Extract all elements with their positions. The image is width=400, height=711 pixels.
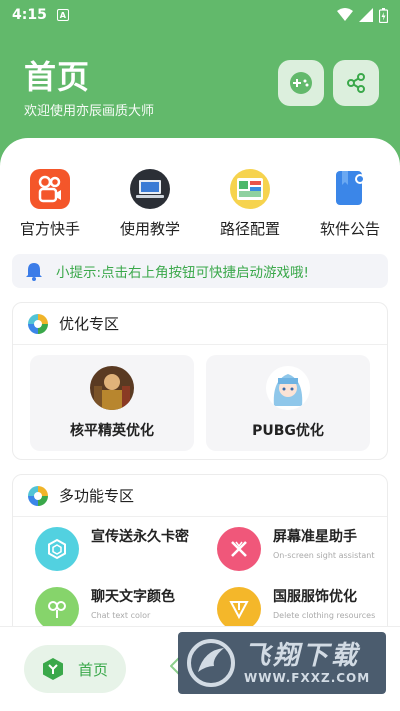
share-icon [347, 73, 365, 93]
watermark-logo-icon [187, 639, 235, 687]
share-button[interactable] [333, 60, 379, 106]
tip-bar: 小提示:点击右上角按钮可快捷启动游戏哦! [12, 254, 388, 288]
tile-peace-elite[interactable]: 核平精英优化 [30, 355, 194, 451]
quick-link-kuaishou[interactable]: 官方快手 [0, 168, 100, 239]
nav-home-button[interactable]: 首页 [24, 645, 126, 693]
launch-game-button[interactable] [278, 60, 324, 106]
page-title: 首页 [24, 58, 91, 96]
feature-subtitle: Delete clothing resources [273, 611, 376, 620]
anime-avatar [266, 366, 310, 410]
tip-text: 小提示:点击右上角按钮可快捷启动游戏哦! [56, 265, 309, 281]
laptop-icon [129, 168, 171, 210]
watermark: 飞翔下载 WWW.FXXZ.COM [178, 632, 386, 694]
tile-label: 核平精英优化 [70, 423, 154, 439]
section-title: 多功能专区 [59, 487, 135, 505]
quick-link-label: 软件公告 [319, 220, 380, 238]
notice-icon [329, 168, 371, 210]
section-title: 优化专区 [59, 315, 120, 333]
quick-links: 官方快手 使用教学 路径配置 软件公告 [0, 168, 400, 239]
game-avatar [90, 366, 134, 410]
clothing-icon [217, 587, 261, 631]
quick-link-label: 官方快手 [19, 220, 80, 238]
quick-link-label: 路径配置 [219, 220, 280, 238]
status-bar: 4:15 A [0, 0, 400, 30]
hexagon-icon [35, 527, 79, 571]
feature-crosshair[interactable]: 屏幕准星助手 On-screen sight assistant [217, 527, 387, 571]
chat-color-icon [35, 587, 79, 631]
status-indicators [337, 7, 388, 23]
crosshair-icon [217, 527, 261, 571]
kuaishou-icon [29, 168, 71, 210]
feature-chat-color[interactable]: 聊天文字颜色 Chat text color [35, 587, 205, 631]
optimize-section: 优化专区 核平精英优化 PUBG优化 [12, 302, 388, 460]
feature-title: 屏幕准星助手 [273, 529, 357, 545]
gamepad-icon [290, 72, 312, 94]
quick-link-announcement[interactable]: 软件公告 [300, 168, 400, 239]
bell-icon [26, 263, 42, 281]
watermark-title: 飞翔下载 [244, 641, 361, 671]
feature-title: 聊天文字颜色 [91, 589, 175, 605]
feature-title: 宣传送永久卡密 [91, 529, 189, 545]
section-logo-icon [28, 313, 48, 334]
status-time: 4:15 [12, 7, 47, 23]
feature-clothing-optimize[interactable]: 国服服饰优化 Delete clothing resources [217, 587, 387, 631]
signal-icon [359, 8, 373, 22]
feature-subtitle: On-screen sight assistant [273, 551, 375, 560]
notification-icon: A [56, 9, 69, 21]
section-logo-icon [28, 485, 48, 506]
quick-link-label: 使用教学 [119, 220, 180, 238]
map-config-icon [229, 168, 271, 210]
optimize-section-header: 优化专区 [13, 303, 387, 345]
home-icon [43, 658, 63, 680]
tile-label: PUBG优化 [252, 423, 324, 439]
quick-link-tutorial[interactable]: 使用教学 [100, 168, 200, 239]
nav-home-label: 首页 [78, 660, 109, 679]
tile-pubg[interactable]: PUBG优化 [206, 355, 370, 451]
watermark-url: WWW.FXXZ.COM [244, 671, 371, 685]
battery-icon [379, 7, 388, 23]
feature-permanent-key[interactable]: 宣传送永久卡密 [35, 527, 205, 571]
wifi-icon [337, 8, 353, 21]
multi-section-header: 多功能专区 [13, 475, 387, 517]
page-subtitle: 欢迎使用亦辰画质大师 [24, 104, 155, 119]
quick-link-path-config[interactable]: 路径配置 [200, 168, 300, 239]
feature-title: 国服服饰优化 [273, 589, 357, 605]
feature-subtitle: Chat text color [91, 611, 151, 620]
